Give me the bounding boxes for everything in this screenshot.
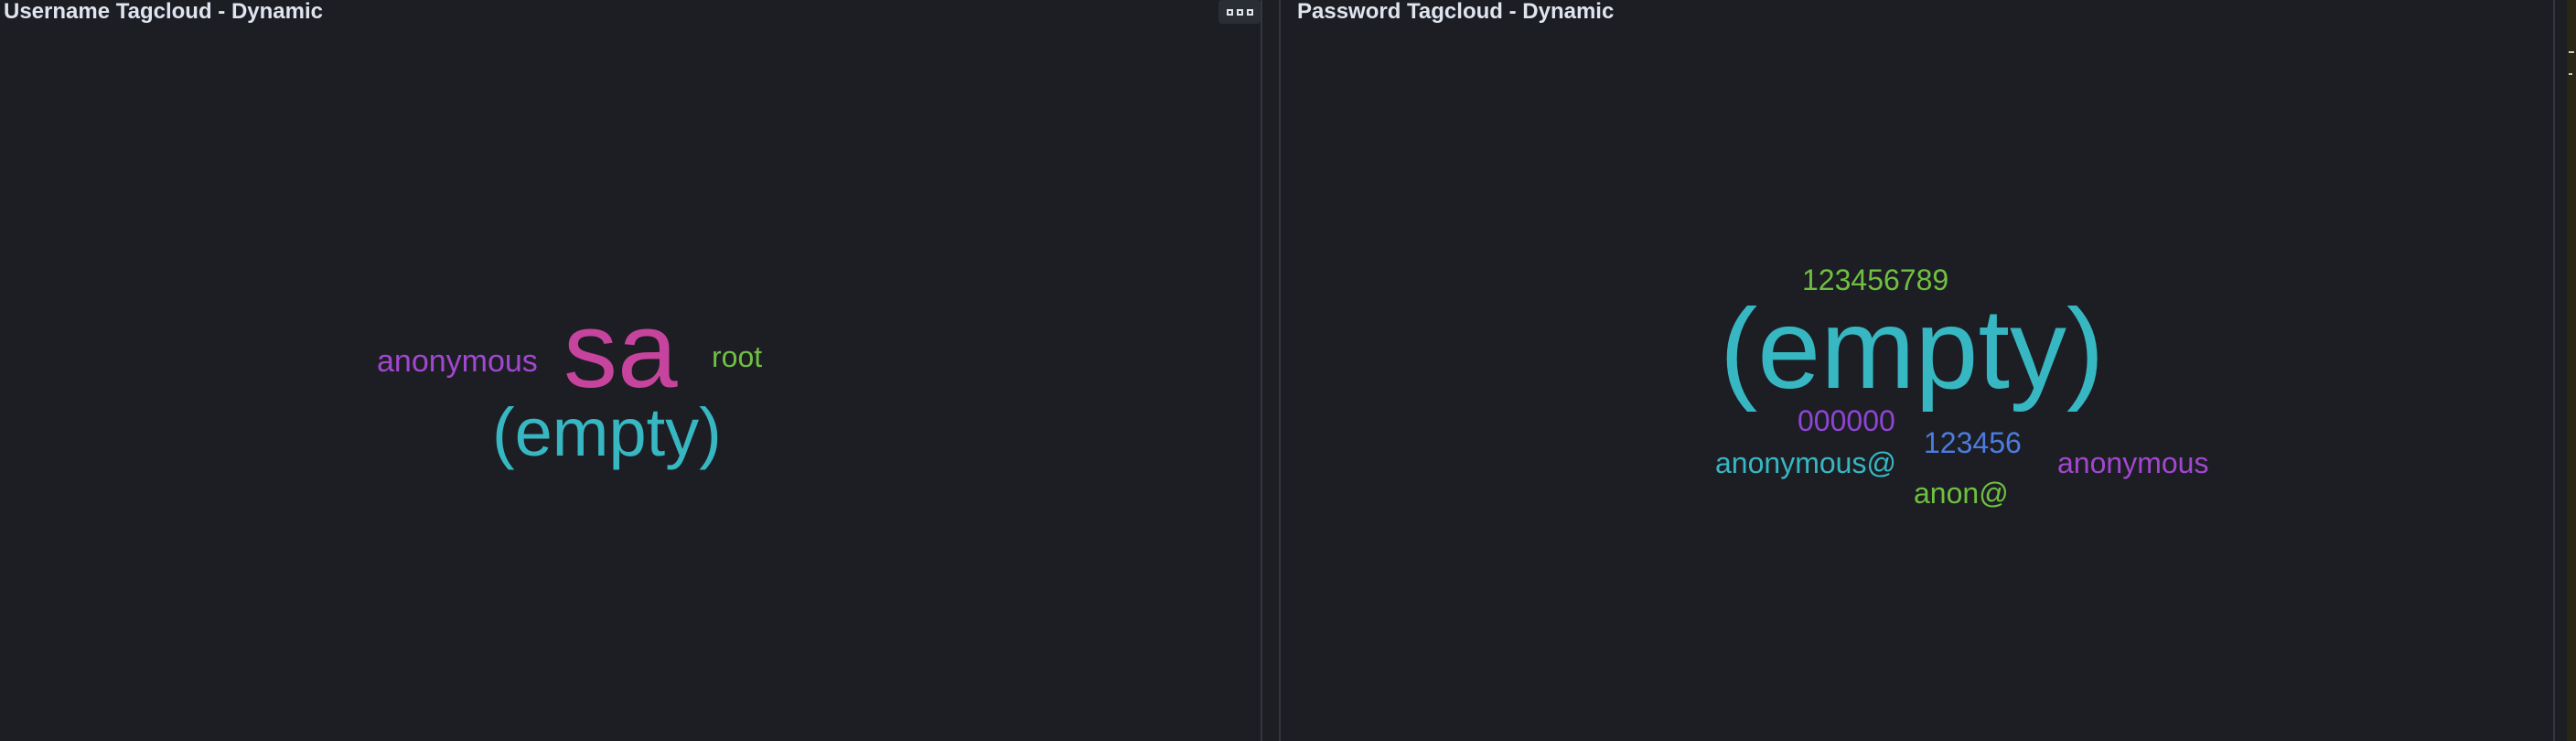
tag-sa[interactable]: sa bbox=[564, 296, 678, 404]
tag-root[interactable]: root bbox=[712, 342, 762, 371]
tag-123456[interactable]: 123456 bbox=[1924, 428, 2022, 457]
tag-empty[interactable]: (empty) bbox=[492, 399, 722, 467]
panel-options-button[interactable] bbox=[1218, 0, 1261, 24]
options-dots-icon bbox=[1236, 8, 1243, 16]
right-edge-scrollbar[interactable] bbox=[2567, 0, 2576, 741]
panel-title: Username Tagcloud - Dynamic bbox=[4, 0, 323, 24]
tag-anonymous-at[interactable]: anonymous@ bbox=[1715, 448, 1896, 478]
options-dots-icon bbox=[1226, 8, 1233, 16]
username-tagcloud-panel: Username Tagcloud - Dynamic sa (empty) a… bbox=[0, 0, 1262, 741]
tag-anonymous[interactable]: anonymous bbox=[377, 346, 538, 377]
tag-empty[interactable]: (empty) bbox=[1720, 293, 2104, 406]
tag-000000[interactable]: 000000 bbox=[1798, 406, 1895, 435]
tag-123456789[interactable]: 123456789 bbox=[1802, 265, 1948, 295]
password-tagcloud-panel: Password Tagcloud - Dynamic (empty) 1234… bbox=[1279, 0, 2555, 741]
tag-anon-at[interactable]: anon@ bbox=[1914, 478, 2009, 508]
dashboard: Username Tagcloud - Dynamic sa (empty) a… bbox=[0, 0, 2576, 741]
scroll-marker bbox=[2569, 73, 2572, 75]
tag-anonymous[interactable]: anonymous bbox=[2057, 448, 2208, 478]
options-dots-icon bbox=[1246, 8, 1253, 16]
scroll-marker bbox=[2569, 51, 2574, 53]
panel-title: Password Tagcloud - Dynamic bbox=[1297, 0, 1615, 24]
